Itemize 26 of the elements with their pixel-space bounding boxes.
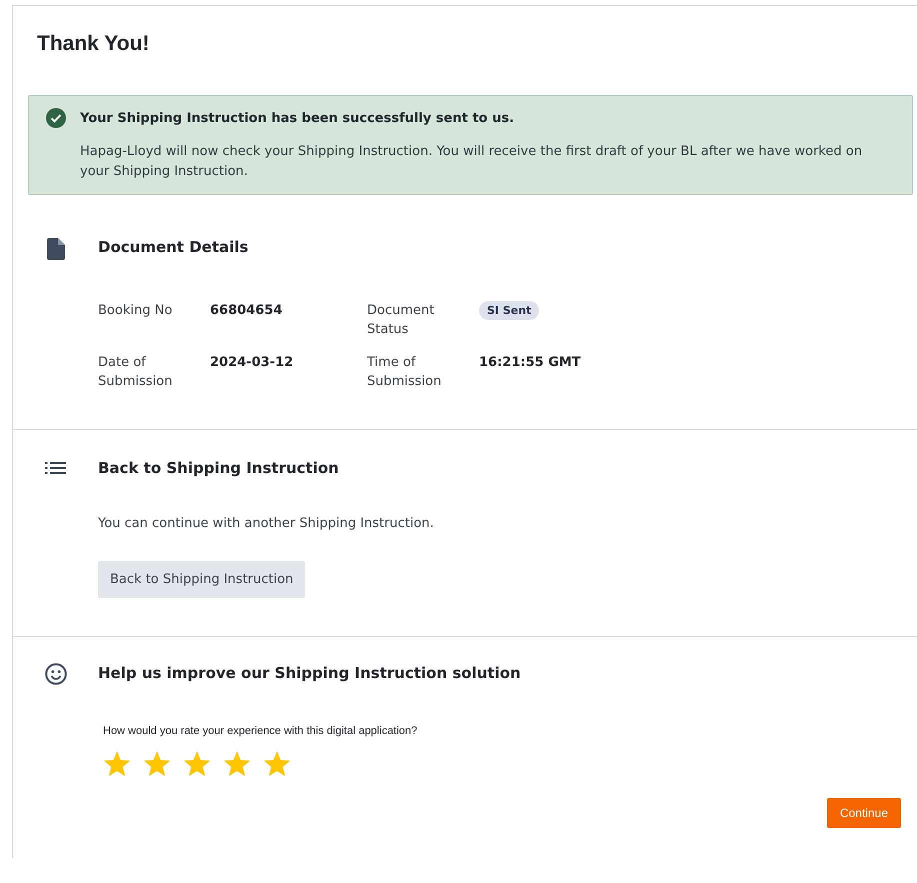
- field-value: 66804654: [210, 303, 282, 318]
- section-heading: Back to Shipping Instruction: [98, 458, 340, 478]
- section-text: You can continue with another Shipping Instruction.: [98, 516, 435, 531]
- star-icon[interactable]: [223, 751, 251, 778]
- check-circle-icon: [46, 108, 66, 128]
- star-icon[interactable]: [263, 751, 291, 778]
- section-heading: Document Details: [98, 237, 250, 257]
- list-icon: [45, 462, 66, 474]
- page-title: Thank You!: [36, 31, 150, 57]
- document-icon: [46, 238, 64, 260]
- field-value: 2024-03-12: [210, 355, 294, 370]
- alert-message: Hapag-Lloyd will now check your Shipping Instruction. You will receive the first draft of your BL after we have worked on your Shipping Instruction.: [80, 143, 864, 181]
- rating-question: How would you rate your experience with this digital application?: [103, 725, 418, 737]
- star-icon[interactable]: [143, 751, 171, 778]
- section-heading: Help us improve our Shipping Instruction solution: [98, 663, 522, 683]
- star-icon[interactable]: [183, 751, 211, 778]
- star-icon[interactable]: [103, 751, 131, 778]
- back-button[interactable]: Back to Shipping Instruction: [98, 561, 306, 598]
- field-value: 16:21:55 GMT: [479, 355, 581, 370]
- field-label: Time of Submission: [367, 354, 442, 391]
- smiley-icon: [44, 663, 66, 685]
- field-label: Date of Submission: [98, 354, 174, 391]
- status-badge: SI Sent: [479, 301, 540, 320]
- field-label: Booking No: [98, 302, 174, 320]
- alert-heading: Your Shipping Instruction has been successfully sent to us.: [80, 110, 514, 126]
- field-label: Document Status: [367, 302, 436, 339]
